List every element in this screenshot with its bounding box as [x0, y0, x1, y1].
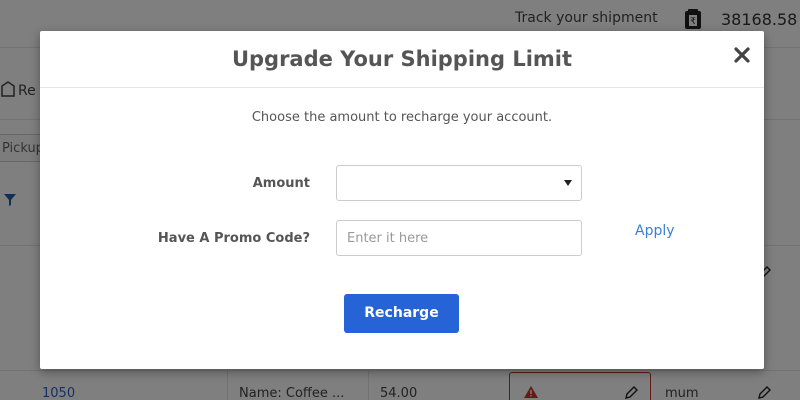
modal-header: Upgrade Your Shipping Limit [40, 31, 764, 88]
amount-label: Amount [252, 176, 310, 191]
promo-code-label: Have A Promo Code? [157, 231, 310, 246]
modal-title: Upgrade Your Shipping Limit [231, 47, 573, 71]
promo-code-input[interactable] [336, 220, 582, 256]
close-icon[interactable] [732, 45, 752, 65]
apply-promo-link[interactable]: Apply [635, 223, 675, 239]
recharge-button[interactable]: Recharge [344, 294, 459, 333]
modal-subtitle: Choose the amount to recharge your accou… [251, 110, 553, 125]
amount-select[interactable] [336, 165, 582, 201]
upgrade-shipping-limit-modal: Upgrade Your Shipping Limit Choose the a… [40, 31, 764, 369]
caret-down-icon [564, 180, 572, 186]
